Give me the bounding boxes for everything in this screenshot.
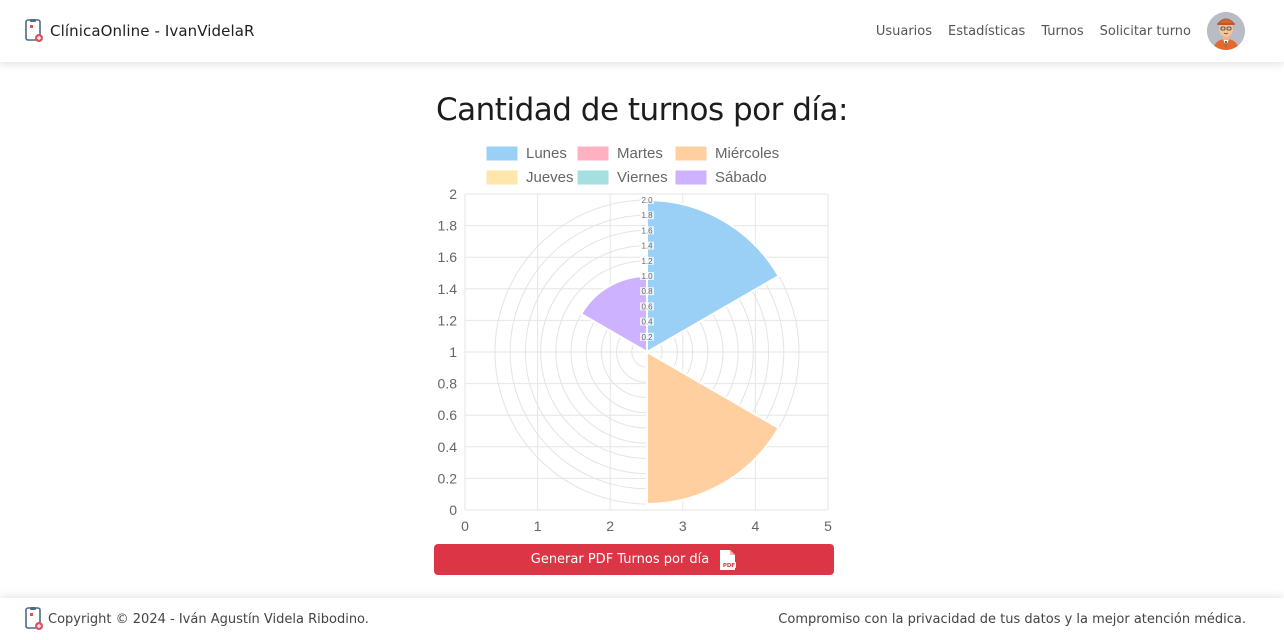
- radial-tick-label: 0.6: [641, 302, 653, 311]
- x-tick-label: 2: [606, 518, 614, 534]
- legend-label-lunes: Lunes: [526, 145, 567, 162]
- user-avatar[interactable]: [1207, 12, 1245, 50]
- radial-tick-label: 0.2: [641, 333, 653, 342]
- polar-segment-sábado: [579, 274, 648, 354]
- legend-label-martes: Martes: [617, 145, 663, 162]
- y-tick-label: 0.4: [438, 439, 458, 455]
- y-tick-label: 0.2: [438, 470, 458, 486]
- x-tick-label: 4: [752, 518, 760, 534]
- legend-swatch-jueves: [486, 170, 518, 185]
- avatar-illustration-icon: [1207, 12, 1245, 50]
- legend-label-miércoles: Miércoles: [715, 145, 779, 162]
- clinic-logo-icon: [25, 607, 43, 630]
- footer-copyright: Copyright © 2024 - Iván Agustín Videla R…: [48, 611, 369, 627]
- footer-tagline: Compromiso con la privacidad de tus dato…: [778, 611, 1246, 627]
- legend-swatch-martes: [577, 146, 609, 161]
- radial-tick-label: 1.4: [641, 242, 653, 251]
- generate-pdf-button-label: Generar PDF Turnos por día: [530, 552, 710, 567]
- y-tick-label: 0.6: [438, 407, 458, 423]
- radial-tick-label: 1.2: [641, 257, 653, 266]
- navbar: ClínicaOnline - IvanVidelaR Usuarios Est…: [0, 0, 1284, 62]
- footer: Copyright © 2024 - Iván Agustín Videla R…: [0, 598, 1284, 640]
- brand-name: ClínicaOnline - IvanVidelaR: [50, 22, 255, 40]
- polar-segment-miércoles: [646, 350, 781, 506]
- nav-link-usuarios[interactable]: Usuarios: [876, 24, 932, 39]
- nav-link-solicitar-turno[interactable]: Solicitar turno: [1100, 24, 1191, 39]
- y-tick-label: 0: [449, 502, 457, 518]
- radial-tick-label: 1.0: [641, 272, 653, 281]
- polar-segment-lunes: [646, 198, 781, 354]
- x-tick-label: 3: [679, 518, 687, 534]
- y-tick-label: 0.8: [438, 376, 458, 392]
- turnos-por-dia-chart: Lunes Martes Miércoles Jueves Viernes Sábado 0…: [438, 145, 833, 534]
- y-tick-label: 1.8: [438, 218, 458, 234]
- nav-link-estadisticas[interactable]: Estadísticas: [948, 24, 1025, 39]
- y-tick-label: 1.6: [438, 249, 458, 265]
- radial-tick-label: 0.8: [641, 287, 653, 296]
- y-tick-label: 1.2: [438, 312, 458, 328]
- radial-tick-label: 2.0: [641, 196, 653, 205]
- radial-tick-label: 0.4: [641, 318, 653, 327]
- legend-swatch-viernes: [577, 170, 609, 185]
- svg-text:PDF: PDF: [723, 563, 736, 569]
- legend-label-viernes: Viernes: [617, 169, 668, 186]
- legend-swatch-miércoles: [675, 146, 707, 161]
- y-tick-label: 1: [449, 344, 457, 360]
- generate-pdf-button[interactable]: Generar PDF Turnos por día PDF: [434, 544, 834, 575]
- legend-label-sábado: Sábado: [715, 169, 767, 186]
- nav-links: Usuarios Estadísticas Turnos Solicitar t…: [860, 12, 1260, 50]
- radial-tick-label: 1.8: [641, 211, 653, 220]
- x-tick-label: 1: [534, 518, 542, 534]
- footer-brand: Copyright © 2024 - Iván Agustín Videla R…: [24, 607, 369, 631]
- y-tick-label: 1.4: [438, 281, 458, 297]
- legend-swatch-lunes: [486, 146, 518, 161]
- pdf-file-icon: PDF: [720, 549, 737, 570]
- brand-link[interactable]: ClínicaOnline - IvanVidelaR: [24, 19, 255, 43]
- nav-link-turnos[interactable]: Turnos: [1041, 24, 1083, 39]
- legend-label-jueves: Jueves: [526, 169, 574, 186]
- x-tick-label: 0: [461, 518, 469, 534]
- clinic-logo-icon: [25, 19, 43, 42]
- legend-swatch-sábado: [675, 170, 707, 185]
- radial-tick-label: 1.6: [641, 226, 653, 235]
- y-tick-label: 2: [449, 186, 457, 202]
- x-tick-label: 5: [824, 518, 832, 534]
